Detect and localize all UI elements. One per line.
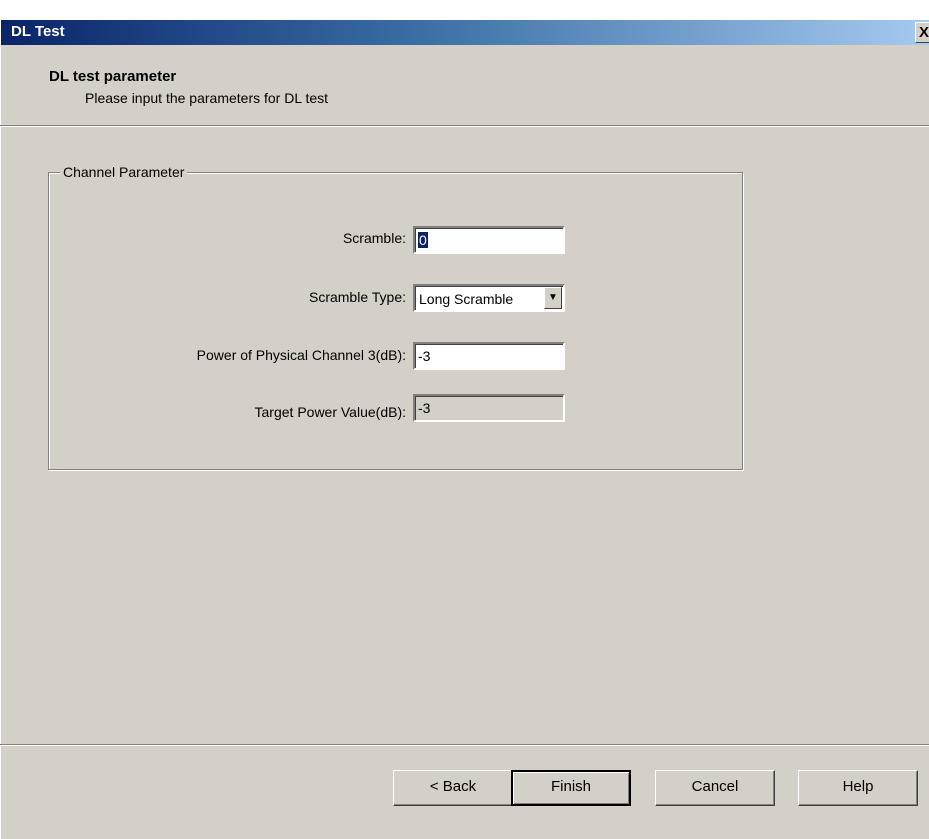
channel-parameter-group xyxy=(48,172,743,470)
wizard-header: DL test parameter Please input the param… xyxy=(1,45,929,144)
title-bar[interactable]: DL Test X xyxy=(1,20,929,45)
header-subtitle: Please input the parameters for DL test xyxy=(85,90,329,106)
scramble-type-select[interactable]: Long Scramble ▼ xyxy=(413,284,565,312)
scramble-type-value: Long Scramble xyxy=(419,291,514,307)
power-channel3-label: Power of Physical Channel 3(dB): xyxy=(196,347,406,363)
target-power-label: Target Power Value(dB): xyxy=(254,404,406,420)
header-title: DL test parameter xyxy=(49,68,177,85)
chevron-down-icon[interactable]: ▼ xyxy=(544,287,562,309)
scramble-label: Scramble: xyxy=(342,230,406,246)
power-channel3-input[interactable]: -3 xyxy=(413,342,565,370)
header-separator xyxy=(0,125,929,127)
scramble-value: 0 xyxy=(418,232,428,248)
group-legend: Channel Parameter xyxy=(60,164,188,180)
scramble-input[interactable]: 0 xyxy=(413,226,565,254)
close-icon[interactable]: X xyxy=(915,22,929,43)
back-button[interactable]: < Back xyxy=(393,770,513,806)
footer-separator xyxy=(0,744,929,746)
finish-button[interactable]: Finish xyxy=(511,770,631,806)
cancel-button[interactable]: Cancel xyxy=(655,770,775,806)
window-title: DL Test xyxy=(11,23,65,40)
target-power-field: -3 xyxy=(413,394,565,422)
scramble-type-label: Scramble Type: xyxy=(308,289,406,305)
help-button[interactable]: Help xyxy=(798,770,918,806)
